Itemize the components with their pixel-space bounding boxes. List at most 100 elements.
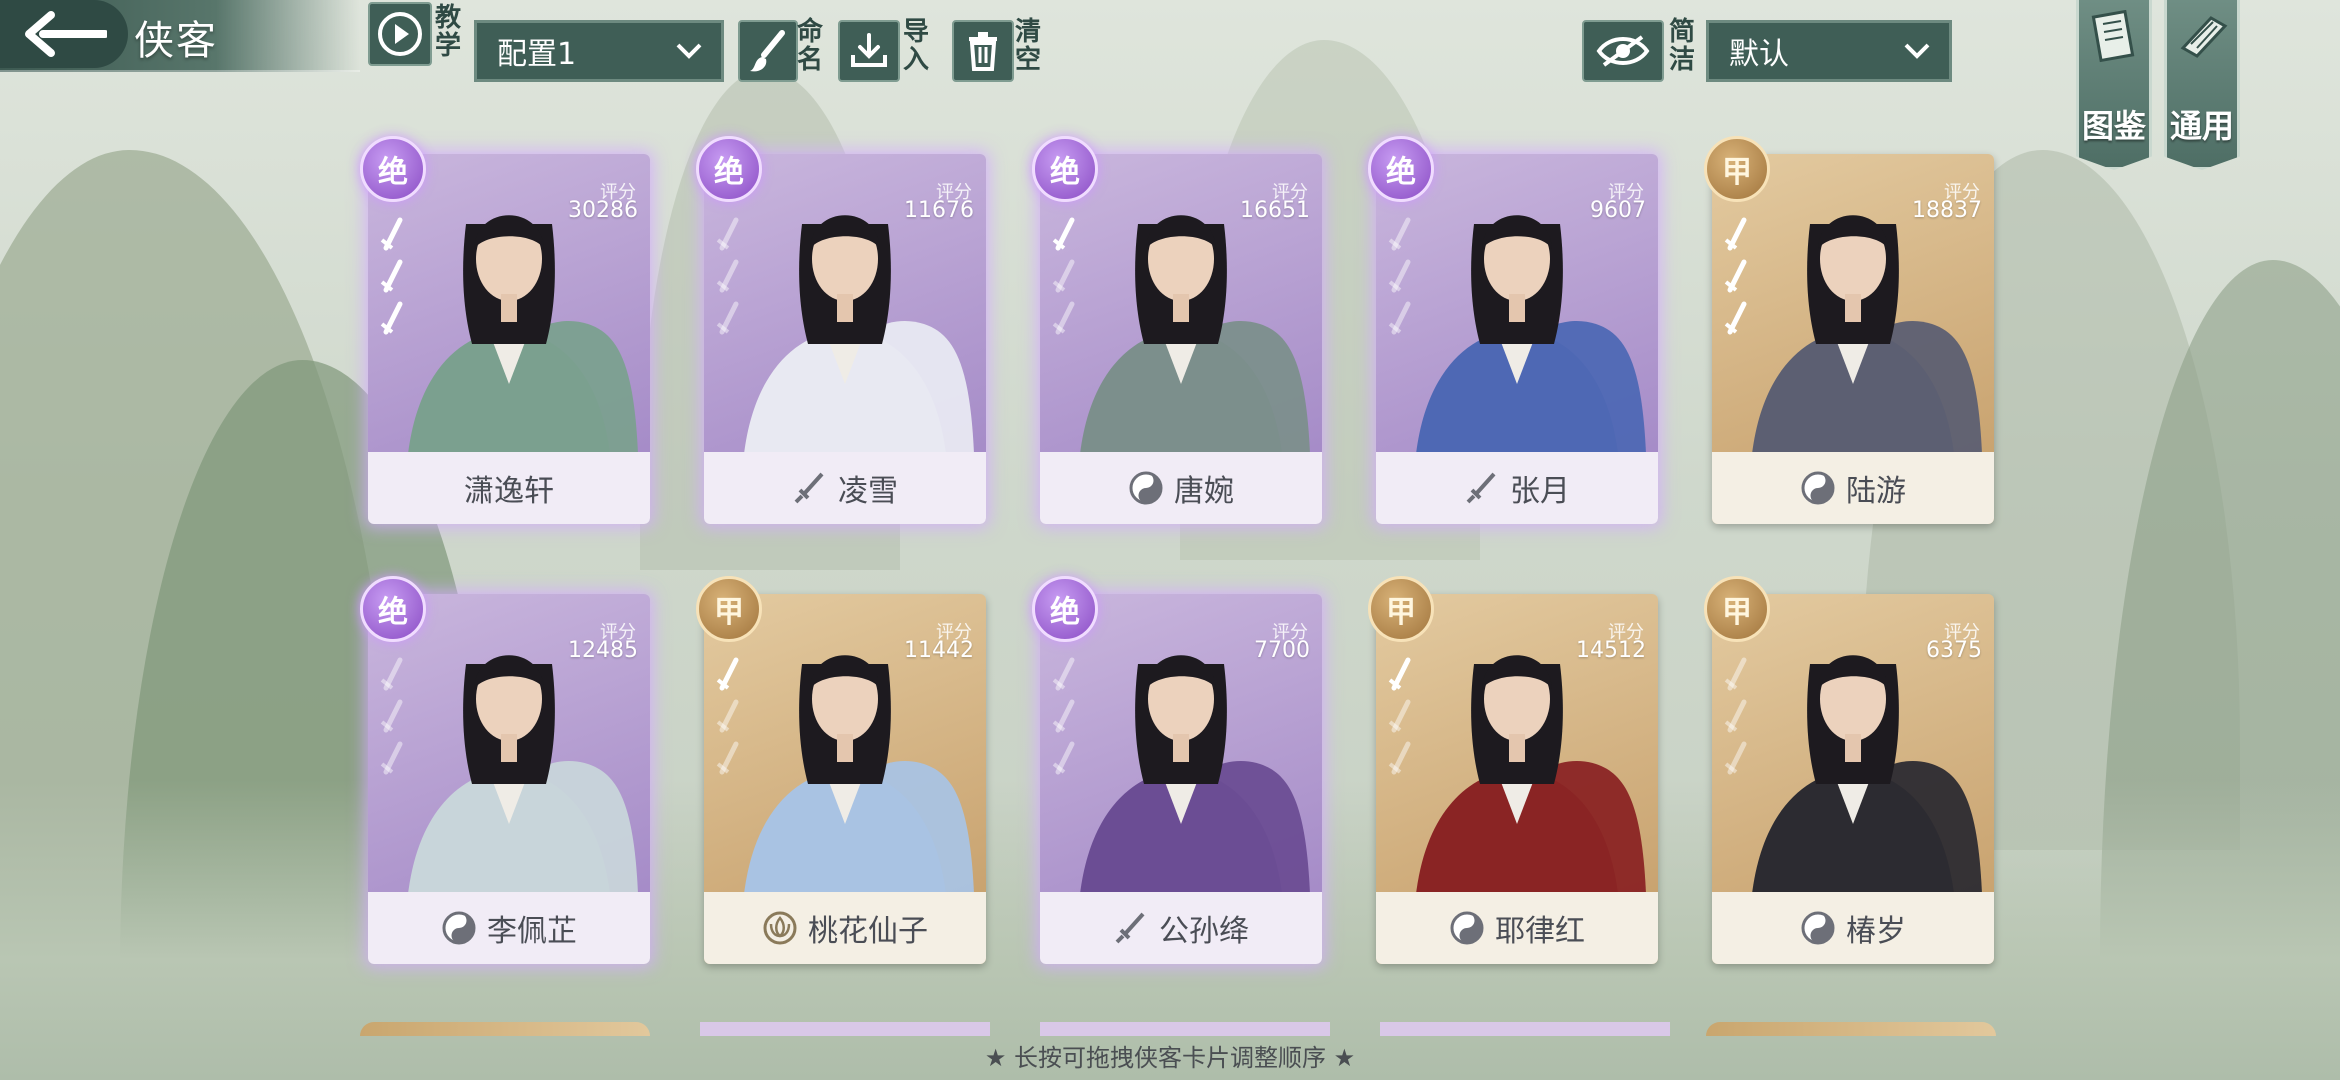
clear-button[interactable] [952, 20, 1014, 82]
sword-pip-icon [380, 301, 403, 335]
sword-pip-icon [716, 657, 739, 691]
sword-pip-icon [1388, 741, 1411, 775]
rank-badge: 绝 [696, 136, 762, 202]
character-name: 凌雪 [838, 474, 898, 509]
character-card[interactable]: 陆游 评分 18837 甲 [1704, 136, 1994, 528]
sword-pips [380, 657, 403, 775]
card-name-band: 公孙绛 [1040, 892, 1322, 964]
card-partial [360, 1022, 650, 1036]
sword-pip-icon [380, 259, 403, 293]
rank-badge: 甲 [1368, 576, 1434, 642]
sword-pips [716, 217, 739, 335]
general-button[interactable]: 通用 [2164, 0, 2240, 170]
sword-icon [794, 472, 824, 504]
sort-select[interactable]: 默认 [1706, 20, 1952, 82]
sword-pip-icon [1052, 657, 1075, 691]
character-card[interactable]: 李佩芷 评分 12485 绝 [360, 576, 650, 968]
rank-badge: 绝 [1032, 136, 1098, 202]
taiji-icon [1801, 471, 1835, 505]
sword-pip-icon [380, 217, 403, 251]
sword-pips [1724, 657, 1747, 775]
sword-pip-icon [1724, 259, 1747, 293]
sword-pip-icon [1724, 217, 1747, 251]
codex-button[interactable]: 图鉴 [2076, 0, 2152, 170]
character-name: 张月 [1510, 474, 1570, 509]
card-name-band: 凌雪 [704, 452, 986, 524]
rename-label: 命名 [796, 17, 823, 75]
card-name-band: 唐婉 [1040, 452, 1322, 524]
score-value: 9607 [1590, 198, 1646, 223]
character-card[interactable]: 潇逸轩 评分 30286 绝 [360, 136, 650, 528]
sword-pip-icon [716, 217, 739, 251]
simple-mode-label: 简洁 [1668, 17, 1695, 75]
sword-pip-icon [1388, 657, 1411, 691]
character-card[interactable]: 椿岁 评分 6375 甲 [1704, 576, 1994, 968]
character-name: 潇逸轩 [464, 474, 554, 509]
character-card[interactable]: 张月 评分 9607 绝 [1368, 136, 1658, 528]
card-name-band: 李佩芷 [368, 892, 650, 964]
card-name-band: 椿岁 [1712, 892, 1994, 964]
character-name: 唐婉 [1174, 474, 1234, 509]
character-card[interactable]: 公孙绛 评分 7700 绝 [1032, 576, 1322, 968]
download-icon [851, 33, 887, 67]
card-partial [1706, 1022, 1996, 1036]
card-frame: 公孙绛 评分 7700 [1040, 594, 1322, 964]
sword-pip-icon [380, 741, 403, 775]
card-name-band: 陆游 [1712, 452, 1994, 524]
card-frame: 张月 评分 9607 [1376, 154, 1658, 524]
codex-label: 图鉴 [2081, 107, 2146, 145]
card-partial [1380, 1022, 1670, 1036]
score-value: 12485 [568, 638, 638, 663]
sword-pip-icon [1388, 259, 1411, 293]
sort-select-value: 默认 [1729, 37, 1789, 72]
taiji-icon [1450, 911, 1484, 945]
character-card[interactable]: 唐婉 评分 16651 绝 [1032, 136, 1322, 528]
card-name-band: 张月 [1376, 452, 1658, 524]
sword-pip-icon [1052, 699, 1075, 733]
config-select-value: 配置1 [497, 37, 577, 72]
card-partial [700, 1022, 990, 1036]
back-arrow-icon [25, 11, 107, 57]
config-select[interactable]: 配置1 [474, 20, 724, 82]
character-card[interactable]: 桃花仙子 评分 11442 甲 [696, 576, 986, 968]
character-card[interactable]: 耶律红 评分 14512 甲 [1368, 576, 1658, 968]
card-frame: 李佩芷 评分 12485 [368, 594, 650, 964]
sword-pips [1388, 657, 1411, 775]
sword-pip-icon [1052, 259, 1075, 293]
rank-badge: 绝 [360, 136, 426, 202]
sword-pip-icon [1724, 657, 1747, 691]
clear-label: 清空 [1014, 17, 1041, 75]
sword-pip-icon [380, 699, 403, 733]
character-name: 耶律红 [1495, 914, 1585, 949]
top-bar: 侠客 教学 配置1 命名 导入 清空 简洁 默认 图鉴 通用 [0, 0, 2340, 170]
card-frame: 唐婉 评分 16651 [1040, 154, 1322, 524]
eye-slash-icon [1596, 35, 1650, 67]
back-button[interactable] [0, 0, 128, 68]
sword-pip-icon [1724, 301, 1747, 335]
card-partial [1040, 1022, 1330, 1036]
chevron-down-icon [676, 43, 702, 59]
rank-badge: 绝 [1032, 576, 1098, 642]
sword-pip-icon [1388, 217, 1411, 251]
character-name: 椿岁 [1846, 914, 1906, 949]
taiji-icon [1801, 911, 1835, 945]
drag-hint: ★ 长按可拖拽侠客卡片调整顺序 ★ [984, 1044, 1356, 1072]
chevron-down-icon [1904, 43, 1930, 59]
sword-pips [380, 217, 403, 335]
score-value: 7700 [1254, 638, 1310, 663]
simple-mode-button[interactable] [1582, 20, 1664, 82]
sword-pip-icon [1052, 217, 1075, 251]
score-value: 6375 [1926, 638, 1982, 663]
rename-button[interactable] [738, 20, 798, 82]
card-name-band: 耶律红 [1376, 892, 1658, 964]
tutorial-button[interactable] [368, 2, 432, 66]
sword-pip-icon [1724, 741, 1747, 775]
rank-badge: 绝 [360, 576, 426, 642]
sword-pips [1388, 217, 1411, 335]
trash-icon [969, 32, 997, 71]
card-frame: 陆游 评分 18837 [1712, 154, 1994, 524]
character-card[interactable]: 凌雪 评分 11676 绝 [696, 136, 986, 528]
score-value: 14512 [1576, 638, 1646, 663]
import-button[interactable] [838, 20, 900, 82]
score-value: 16651 [1240, 198, 1310, 223]
